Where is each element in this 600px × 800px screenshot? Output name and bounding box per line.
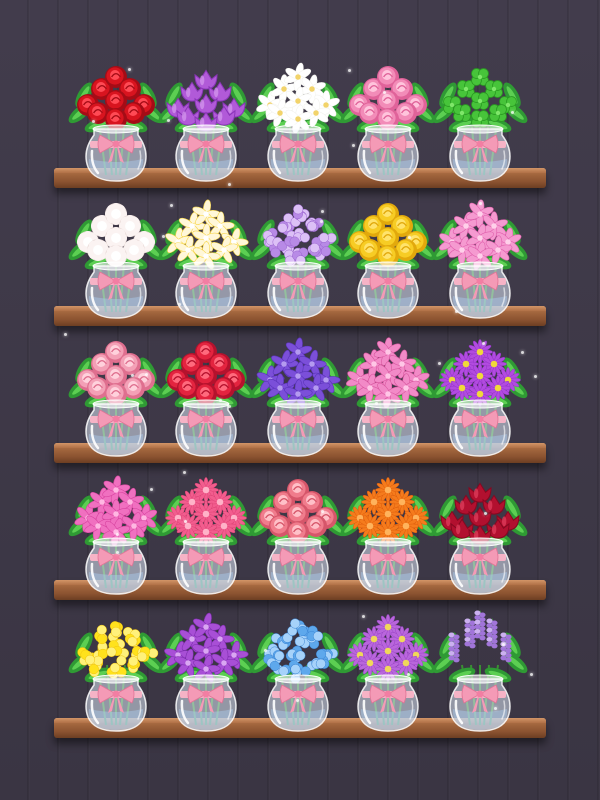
sparkle	[320, 209, 324, 213]
vase-yellow-frangipani[interactable]: yellow-frangipani	[158, 192, 254, 322]
sparkle	[406, 672, 410, 676]
vase-pink-lilies[interactable]: pink-lilies	[432, 192, 528, 322]
pink-roses-bouquet-icon	[68, 341, 164, 457]
vase-orange-gerberas[interactable]: orange-gerberas	[340, 468, 436, 598]
yellow-roses-bouquet-icon	[340, 203, 436, 319]
blue-hydrangea-bouquet-icon	[250, 618, 346, 732]
vase-white-carnations[interactable]: white-carnations	[68, 192, 164, 322]
sparkle	[361, 614, 365, 618]
vase-crimson-tulips[interactable]: crimson-tulips	[432, 468, 528, 598]
vase-yellow-roses[interactable]: yellow-roses	[340, 192, 436, 322]
purple-pansies-bouquet-icon	[250, 337, 346, 457]
vase-purple-hydrangea[interactable]: purple-hydrangea	[250, 192, 346, 322]
coral-roses-bouquet-icon	[250, 479, 346, 595]
sparkle	[183, 519, 187, 523]
sparkle	[510, 110, 514, 114]
purple-hydrangea-bouquet-icon	[250, 204, 346, 319]
crimson-tulips-bouquet-icon	[432, 482, 528, 595]
sparkle	[374, 401, 378, 405]
sparkle	[534, 374, 538, 378]
sparkle	[162, 234, 166, 238]
vase-blue-hydrangea[interactable]: blue-hydrangea	[250, 605, 346, 735]
vase-pink-gerberas[interactable]: pink-gerberas	[158, 468, 254, 598]
sparkle	[149, 487, 153, 491]
sparkle	[296, 698, 300, 702]
pink-calla-lilies-bouquet-icon	[340, 337, 436, 457]
purple-asters-bouquet-icon	[432, 339, 528, 457]
white-carnations-bouquet-icon	[68, 203, 164, 319]
purple-primroses-bouquet-icon	[340, 614, 436, 732]
vase-pink-calla-lilies[interactable]: pink-calla-lilies	[340, 330, 436, 460]
sparkle	[63, 333, 67, 337]
lavender-bouquet-icon	[432, 610, 528, 732]
orange-gerberas-bouquet-icon	[340, 477, 436, 595]
shelf-row-5: yellow-forsythiapurple-spider-liliesblue…	[0, 0, 600, 738]
yellow-frangipani-bouquet-icon	[158, 199, 254, 319]
vase-coral-roses[interactable]: coral-roses	[250, 468, 346, 598]
pink-lilies-bouquet-icon	[432, 199, 528, 319]
purple-spider-lilies-bouquet-icon	[158, 612, 254, 732]
vase-lavender[interactable]: lavender	[432, 605, 528, 735]
vase-purple-spider-lilies[interactable]: purple-spider-lilies	[158, 605, 254, 735]
yellow-forsythia-bouquet-icon	[68, 621, 164, 732]
vase-purple-asters[interactable]: purple-asters	[432, 330, 528, 460]
flower-shelf-board: red-rosespurple-tulipswhite-liliespink-p…	[0, 0, 600, 800]
sparkle	[320, 219, 324, 223]
sparkle	[437, 362, 441, 366]
sparkle	[92, 119, 96, 123]
vase-purple-primroses[interactable]: purple-primroses	[340, 605, 436, 735]
sparkle	[521, 350, 525, 354]
red-peonies-bouquet-icon	[158, 341, 254, 457]
vase-yellow-forsythia[interactable]: yellow-forsythia	[68, 605, 164, 735]
vase-pink-roses[interactable]: pink-roses	[68, 330, 164, 460]
sparkle	[530, 672, 534, 676]
sparkle	[320, 509, 324, 513]
pink-gerberas-bouquet-icon	[158, 477, 254, 595]
sparkle	[227, 404, 231, 408]
vase-purple-pansies[interactable]: purple-pansies	[250, 330, 346, 460]
sparkle	[115, 550, 119, 554]
vase-red-peonies[interactable]: red-peonies	[158, 330, 254, 460]
